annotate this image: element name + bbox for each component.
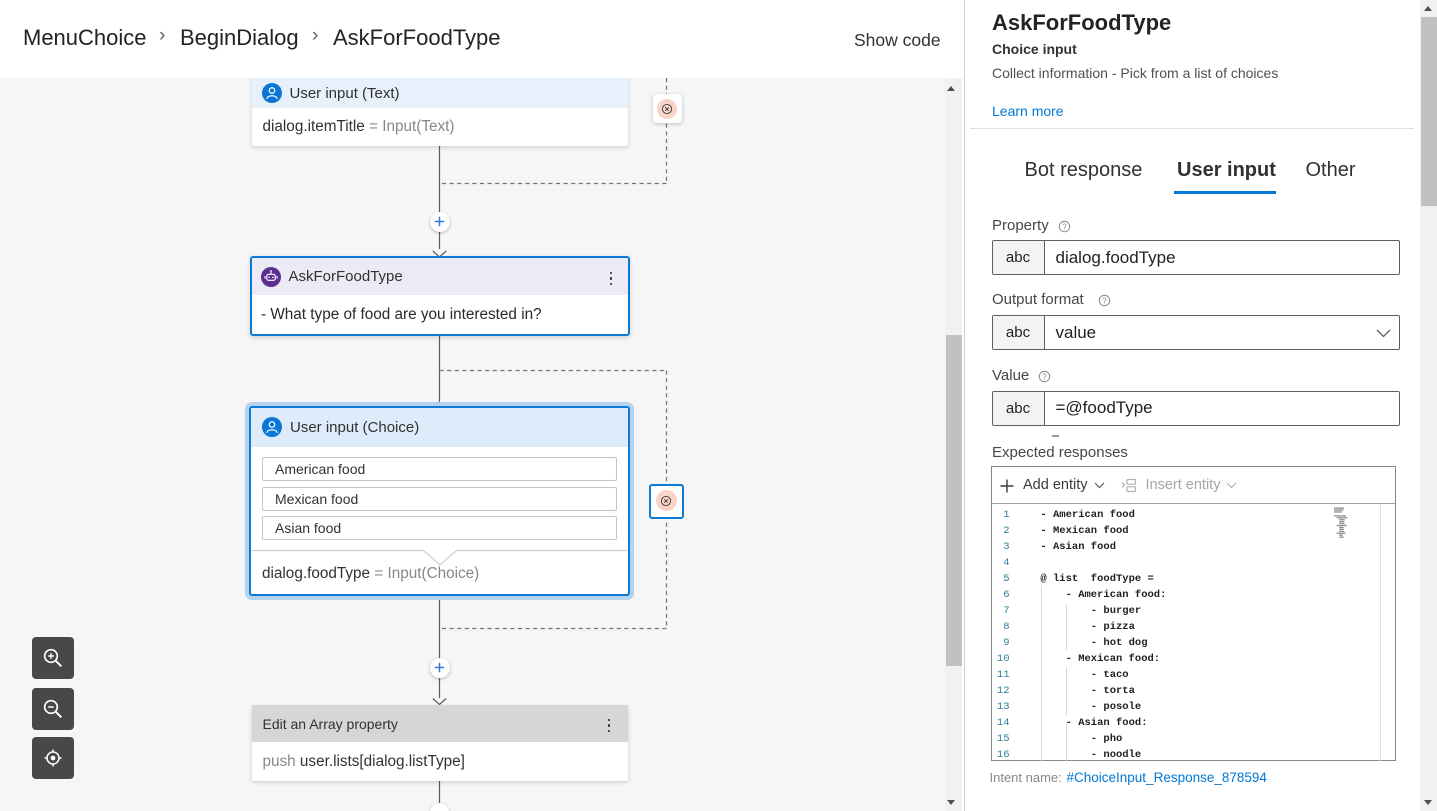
svg-text:?: ? (1062, 222, 1067, 231)
svg-text:?: ? (1102, 296, 1107, 305)
svg-text:?: ? (1042, 372, 1047, 381)
